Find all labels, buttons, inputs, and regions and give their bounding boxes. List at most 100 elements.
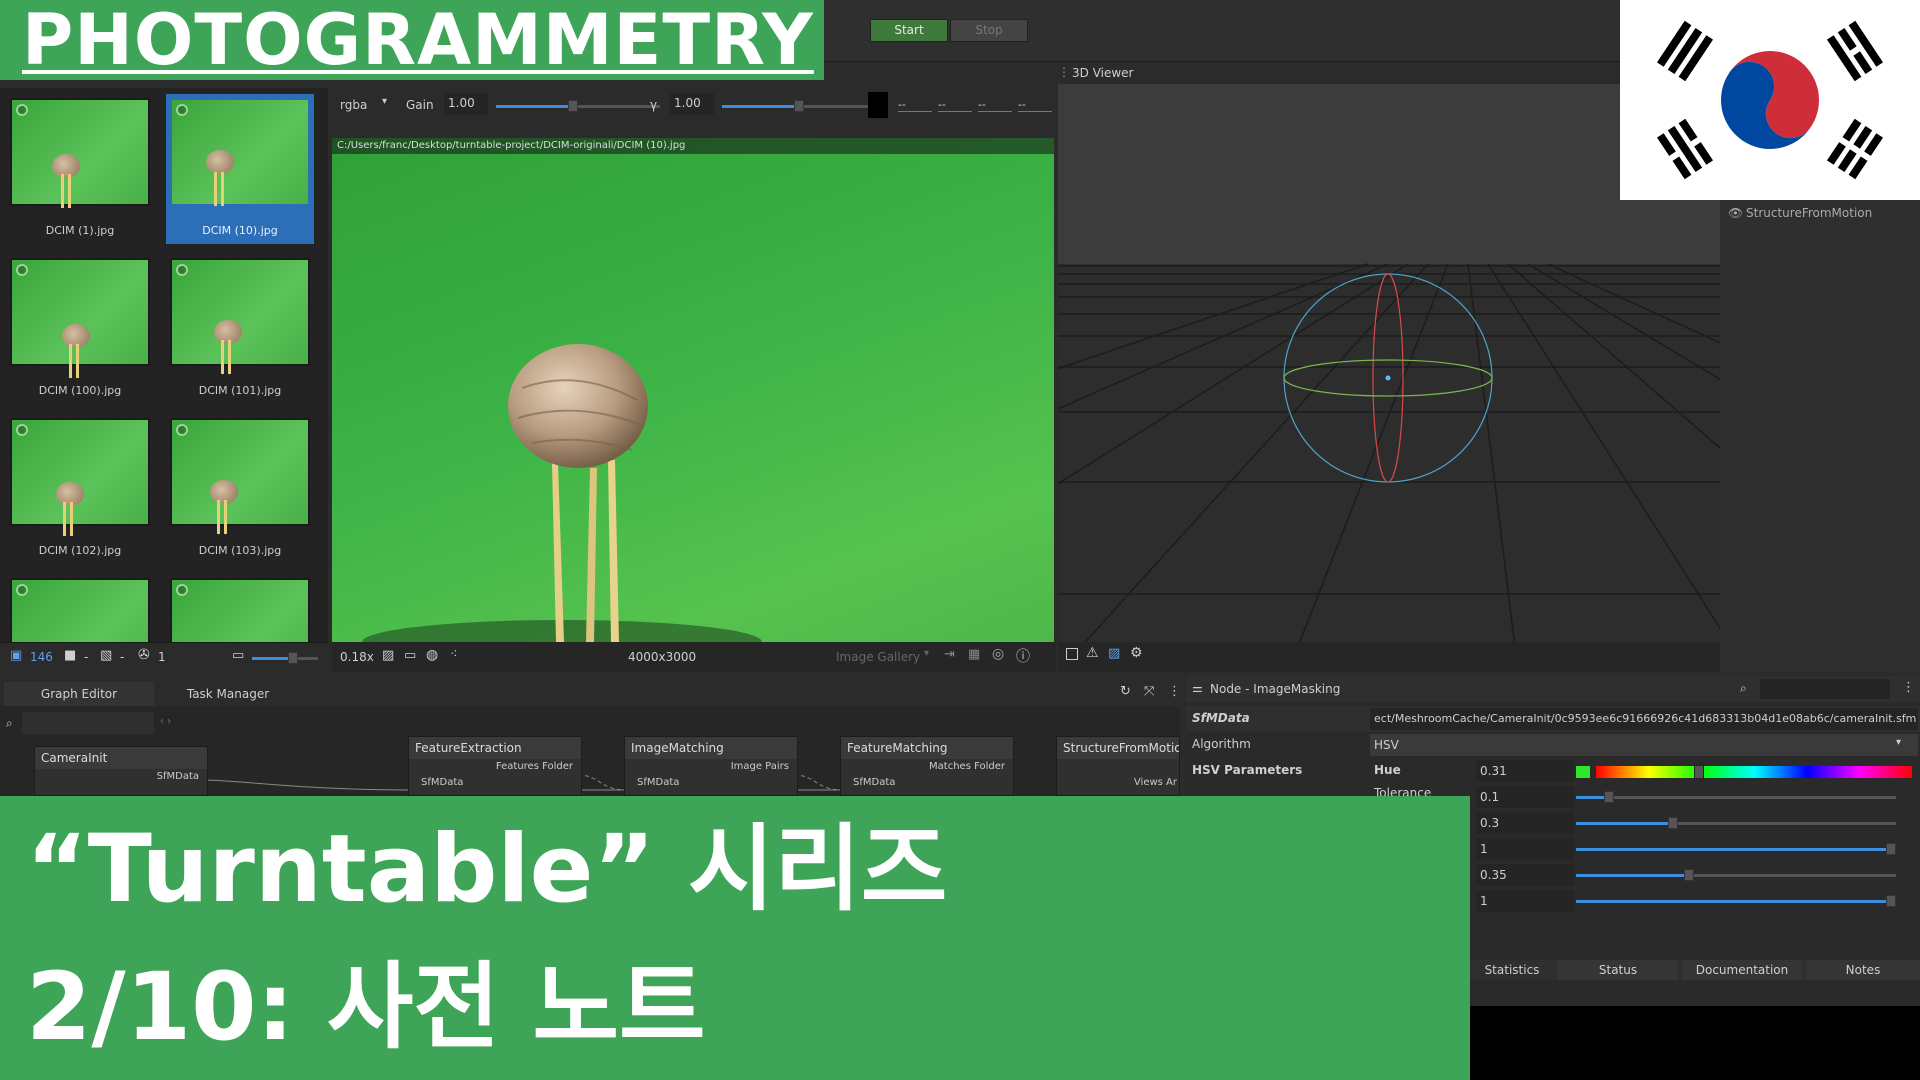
thumbnail-image — [170, 258, 310, 366]
frame-icon[interactable]: ▭ — [404, 648, 416, 663]
status-icon — [176, 584, 188, 596]
stop-button[interactable]: Stop — [950, 19, 1028, 42]
inspector-header: ⚌ Node - ImageMasking ⌕ ⋮ — [1186, 676, 1920, 702]
gain-slider[interactable] — [496, 100, 660, 112]
gallery-item-label: DCIM (101).jpg — [198, 384, 282, 397]
camera-count: - — [84, 650, 89, 664]
globe-icon[interactable]: ◎ — [992, 646, 1004, 662]
cube-icon[interactable] — [1066, 648, 1078, 660]
status-icon — [16, 424, 28, 436]
gamma-slider[interactable] — [722, 100, 882, 112]
gallery-item[interactable] — [166, 574, 314, 644]
stick-shape — [214, 172, 217, 206]
param-input[interactable]: 1 — [1476, 890, 1574, 912]
gallery-item[interactable]: DCIM (101).jpg — [166, 254, 314, 404]
hue-slider[interactable] — [1596, 765, 1912, 779]
param-slider[interactable] — [1576, 817, 1896, 829]
graph-search-input[interactable] — [22, 712, 154, 734]
tab-statistics[interactable]: Statistics — [1470, 960, 1554, 980]
refresh-icon[interactable]: ↻ — [1120, 684, 1131, 699]
gear-icon[interactable]: ⚙ — [1130, 645, 1143, 661]
algorithm-select[interactable]: HSV — [1370, 734, 1918, 756]
layout-icon[interactable]: ⤧ — [1144, 684, 1154, 699]
info-icon[interactable]: ⓘ — [1016, 646, 1030, 666]
gallery-item[interactable]: DCIM (10).jpg — [166, 94, 314, 244]
param-slider[interactable] — [1576, 791, 1896, 803]
gallery-select[interactable]: Image Gallery — [836, 650, 920, 664]
node-port[interactable]: Matches Folder — [841, 759, 1013, 775]
walnut-shape — [206, 150, 234, 174]
image-viewer[interactable] — [332, 138, 1054, 642]
menu-dots-icon[interactable]: ⋮ — [1058, 65, 1070, 79]
param-slider[interactable] — [1576, 869, 1896, 881]
status-icon — [176, 264, 188, 276]
param-input[interactable]: 0.35 — [1476, 864, 1574, 886]
menu-dots-icon[interactable]: ⋮ — [1168, 684, 1181, 699]
thumbnail-size-slider[interactable] — [252, 652, 318, 664]
hatch-icon[interactable]: ▨ — [382, 648, 394, 663]
start-button[interactable]: Start — [870, 19, 948, 42]
hue-input[interactable]: 0.31 — [1476, 760, 1574, 782]
tab-task-manager[interactable]: Task Manager — [160, 682, 296, 706]
node-port[interactable]: SfMData — [35, 769, 207, 785]
no-image-icon[interactable]: ▧ — [100, 648, 112, 663]
nav-arrows-icon[interactable]: ‹ › — [160, 716, 171, 727]
node-port[interactable]: SfMData — [841, 775, 1013, 791]
chevron-down-icon[interactable]: ▾ — [382, 96, 387, 107]
param-input[interactable]: 1 — [1476, 838, 1574, 860]
chevron-down-icon[interactable]: ▾ — [1896, 737, 1901, 748]
node-title: FeatureExtraction — [409, 737, 581, 759]
viewer3d-title: 3D Viewer — [1072, 66, 1134, 80]
hatch-icon[interactable]: ▨ — [1108, 646, 1120, 661]
param-input[interactable]: 0.1 — [1476, 786, 1574, 808]
gain-input[interactable]: 1.00 — [444, 93, 488, 115]
node-featureextraction[interactable]: FeatureExtraction Features Folder SfMDat… — [408, 736, 582, 796]
param-slider[interactable] — [1576, 895, 1896, 907]
menu-dots-icon[interactable]: ⋮ — [1902, 680, 1915, 695]
points-icon[interactable]: ⁖ — [450, 647, 458, 662]
export-icon[interactable]: ⇥ — [944, 647, 955, 662]
stick-shape — [68, 174, 71, 208]
node-port[interactable]: SfMData — [409, 775, 581, 791]
scene-item-sfm[interactable]: StructureFromMotion — [1746, 206, 1872, 220]
camera-icon[interactable]: ■ — [64, 648, 76, 663]
node-port[interactable]: SfMData — [625, 775, 797, 791]
gallery-item[interactable]: DCIM (1).jpg — [6, 94, 154, 244]
param-slider[interactable] — [1576, 843, 1896, 855]
resolution-text: 4000x3000 — [628, 650, 697, 664]
warning-icon[interactable]: ⚠ — [1086, 645, 1099, 661]
tab-notes[interactable]: Notes — [1806, 960, 1920, 980]
inspector-search-input[interactable] — [1760, 679, 1890, 699]
node-port[interactable]: Image Pairs — [625, 759, 797, 775]
node-imagematching[interactable]: ImageMatching Image Pairs SfMData — [624, 736, 798, 796]
node-port[interactable]: Views Ar — [1057, 775, 1179, 791]
gallery-item[interactable]: DCIM (103).jpg — [166, 414, 314, 564]
graph-tabs: Graph Editor Task Manager ↻ ⤧ ⋮ — [0, 680, 1181, 706]
tab-graph-editor[interactable]: Graph Editor — [4, 682, 154, 706]
gallery-item[interactable]: DCIM (100).jpg — [6, 254, 154, 404]
node-camerainit[interactable]: CameraInit SfMData — [34, 746, 208, 796]
search-icon: ⌕ — [1740, 681, 1747, 695]
sphere-icon[interactable]: ◍ — [426, 647, 438, 663]
gallery-footer: ▣ 146 ■ - ▧ - ✇ 1 ▭ — [0, 642, 328, 672]
zoom-level: 0.18x — [340, 650, 374, 664]
hue-knob[interactable] — [1694, 765, 1704, 779]
gallery-item[interactable] — [6, 574, 154, 644]
tab-documentation[interactable]: Documentation — [1682, 960, 1802, 980]
param-input[interactable]: 0.3 — [1476, 812, 1574, 834]
node-port[interactable]: Features Folder — [409, 759, 581, 775]
channel-select[interactable]: rgba — [340, 98, 367, 112]
color-swatch — [868, 92, 888, 118]
tab-status[interactable]: Status — [1558, 960, 1678, 980]
node-structurefrommotion[interactable]: StructureFromMotion Views Ar — [1056, 736, 1180, 796]
aperture-icon[interactable]: ✇ — [138, 647, 150, 663]
gallery-item[interactable]: DCIM (102).jpg — [6, 414, 154, 564]
eye-icon[interactable]: 👁 — [1728, 206, 1743, 220]
metadata-icon[interactable]: ▦ — [968, 647, 980, 662]
node-featurematching[interactable]: FeatureMatching Matches Folder SfMData — [840, 736, 1014, 796]
sfmdata-input[interactable]: ect/MeshroomCache/CameraInit/0c9593ee6c9… — [1370, 708, 1918, 730]
gamma-input[interactable]: 1.00 — [670, 93, 714, 115]
chevron-down-icon[interactable]: ▾ — [924, 648, 929, 659]
image-icon[interactable]: ▣ — [10, 648, 22, 663]
thumbnail-image — [170, 578, 310, 644]
